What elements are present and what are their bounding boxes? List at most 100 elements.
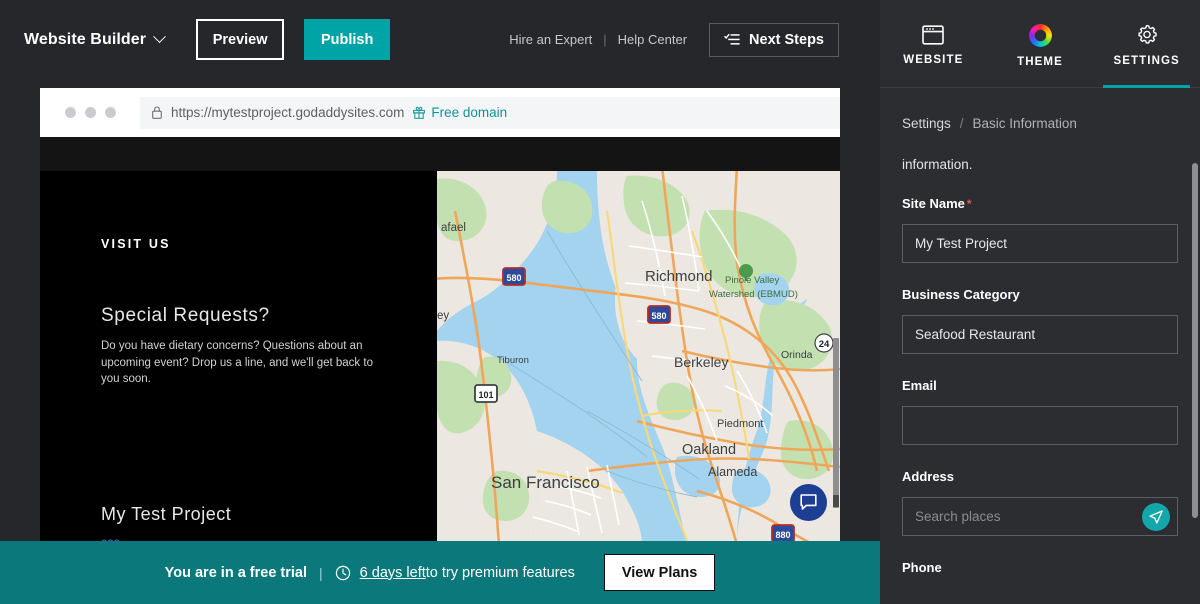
map-label: Pinole Valley: [725, 275, 779, 286]
tab-theme[interactable]: THEME: [987, 0, 1094, 87]
preview-button[interactable]: Preview: [196, 19, 284, 60]
free-domain-label: Free domain: [431, 105, 507, 120]
tab-settings-label: SETTINGS: [1114, 55, 1180, 67]
clock-icon: [335, 565, 351, 581]
breadcrumb-parent[interactable]: Settings: [902, 116, 951, 131]
settings-panel: WEBSITE THEME SETTINGS Settings / Basic …: [880, 0, 1200, 604]
map-label: Oakland: [682, 442, 736, 458]
window-dots: [65, 107, 116, 118]
next-steps-label: Next Steps: [749, 32, 824, 48]
breadcrumb-current: Basic Information: [973, 116, 1077, 131]
site-header-strip: [40, 137, 840, 171]
site-preview-frame: https://mytestproject.godaddysites.com F…: [40, 88, 840, 545]
gift-icon: [413, 106, 425, 119]
chat-bubble-icon: [799, 493, 818, 512]
svg-text:101: 101: [478, 390, 493, 400]
panel-help-text: information.: [880, 131, 1200, 172]
field-business-category: Business Category Seafood Restaurant: [880, 287, 1200, 354]
tab-website-label: WEBSITE: [903, 54, 963, 66]
tab-website[interactable]: WEBSITE: [880, 0, 987, 87]
next-steps-button[interactable]: Next Steps: [709, 23, 839, 57]
map-route-shield: 580: [648, 306, 670, 323]
site-name-label: Site Name*: [902, 196, 1178, 211]
map-label: Berkeley: [674, 354, 728, 370]
svg-text:880: 880: [775, 530, 790, 540]
chevron-down-icon: [153, 30, 166, 43]
map-route-shield: 24: [815, 334, 833, 352]
browser-url-bar: https://mytestproject.godaddysites.com F…: [40, 88, 840, 137]
field-phone: Phone: [880, 560, 1200, 575]
site-name-input[interactable]: My Test Project: [902, 224, 1178, 263]
browser-window-icon: [922, 25, 944, 45]
business-category-input[interactable]: Seafood Restaurant: [902, 315, 1178, 354]
address-label: Address: [902, 469, 1178, 484]
field-email: Email: [880, 378, 1200, 445]
business-category-label: Business Category: [902, 287, 1178, 302]
address-locate-button[interactable]: [1142, 503, 1170, 531]
breadcrumb-separator: /: [960, 116, 964, 131]
url-input[interactable]: https://mytestproject.godaddysites.com F…: [140, 97, 840, 129]
free-domain-link[interactable]: Free domain: [413, 105, 507, 120]
map-route-shield: 580: [503, 268, 525, 285]
checklist-icon: [724, 33, 740, 46]
field-address: Address Search places: [880, 469, 1200, 536]
help-center-link[interactable]: Help Center: [618, 32, 687, 47]
trial-tail-text: to try premium features: [426, 565, 575, 581]
map-label: afael: [441, 222, 466, 234]
email-input[interactable]: [902, 406, 1178, 445]
location-map[interactable]: RichmondafaeleyPinole ValleyWatershed (E…: [437, 171, 840, 545]
lock-icon: [152, 106, 162, 119]
url-text: https://mytestproject.godaddysites.com: [171, 105, 404, 120]
map-label: Richmond: [645, 268, 713, 285]
special-requests-title: Special Requests?: [101, 305, 270, 327]
brand-label: Website Builder: [24, 31, 146, 49]
svg-text:24: 24: [819, 339, 830, 350]
toolbar-separator: |: [603, 32, 606, 47]
map-label: Alameda: [708, 465, 757, 479]
send-location-icon: [1148, 509, 1164, 525]
svg-text:580: 580: [651, 311, 666, 321]
tab-settings[interactable]: SETTINGS: [1093, 0, 1200, 87]
required-asterisk: *: [967, 197, 972, 211]
main-area: Website Builder Preview Publish Hire an …: [0, 0, 880, 604]
panel-scrollbar-thumb[interactable]: [1192, 163, 1198, 518]
chat-bubble-button[interactable]: [790, 484, 827, 521]
field-site-name: Site Name* My Test Project: [880, 196, 1200, 263]
address-placeholder: Search places: [915, 509, 1001, 524]
trial-separator: |: [319, 565, 323, 581]
map-label: ey: [437, 310, 449, 322]
address-input[interactable]: Search places: [902, 497, 1178, 536]
map-labels: RichmondafaeleyPinole ValleyWatershed (E…: [437, 171, 840, 545]
publish-button[interactable]: Publish: [304, 19, 390, 60]
free-trial-banner: You are in a free trial | 6 days left to…: [0, 541, 880, 604]
tab-theme-label: THEME: [1017, 56, 1063, 68]
trial-headline: You are in a free trial: [165, 565, 307, 581]
view-plans-button[interactable]: View Plans: [604, 554, 716, 591]
trial-days-left-link[interactable]: 6 days left: [360, 565, 426, 581]
preview-scrollbar-notch: [833, 495, 839, 507]
map-label: Orinda: [781, 349, 813, 361]
app-root: Website Builder Preview Publish Hire an …: [0, 0, 1200, 604]
gear-icon: [1136, 24, 1158, 46]
map-route-shield: 880: [772, 525, 794, 542]
business-name: My Test Project: [101, 504, 231, 525]
brand-menu[interactable]: Website Builder: [24, 31, 164, 49]
preview-scrollbar-thumb[interactable]: [833, 338, 839, 508]
map-route-shield: 101: [475, 385, 497, 402]
map-label: San Francisco: [491, 473, 600, 492]
panel-tab-bar: WEBSITE THEME SETTINGS: [880, 0, 1200, 88]
color-wheel-icon: [1029, 24, 1052, 47]
visit-us-eyebrow: VISIT US: [101, 237, 171, 251]
special-requests-body: Do you have dietary concerns? Questions …: [101, 338, 373, 388]
svg-text:580: 580: [506, 273, 521, 283]
email-label: Email: [902, 378, 1178, 393]
site-name-label-text: Site Name: [902, 196, 965, 211]
hire-an-expert-link[interactable]: Hire an Expert: [509, 32, 592, 47]
site-content: VISIT US Special Requests? Do you have d…: [40, 171, 840, 545]
top-toolbar: Website Builder Preview Publish Hire an …: [0, 0, 880, 79]
map-label: Tiburon: [497, 355, 529, 366]
breadcrumb: Settings / Basic Information: [880, 88, 1200, 131]
phone-label: Phone: [902, 560, 1178, 575]
map-label: Piedmont: [717, 418, 763, 430]
toolbar-right-group: Hire an Expert | Help Center Next Steps: [509, 23, 839, 57]
